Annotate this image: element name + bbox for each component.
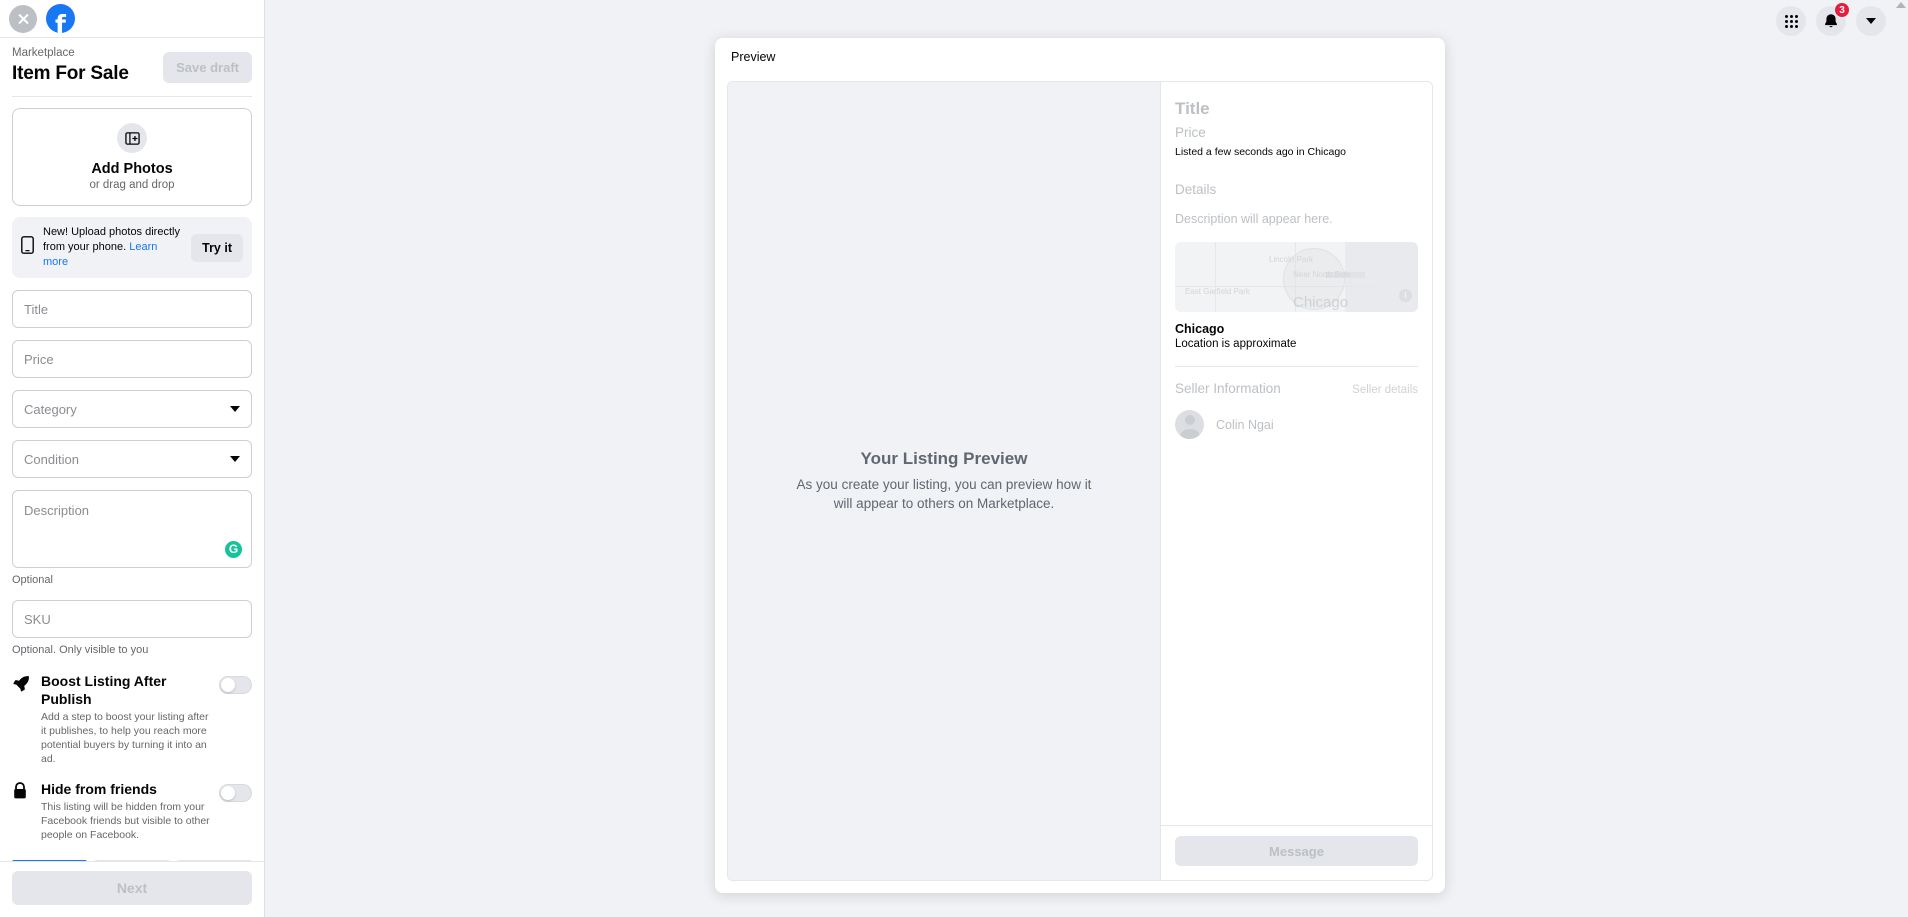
category-select-placeholder: Category: [24, 401, 77, 417]
boost-listing-title: Boost Listing After Publish: [41, 673, 167, 707]
map-label: Lincoln Park: [1269, 255, 1314, 264]
seller-details-link[interactable]: Seller details: [1352, 384, 1418, 396]
sku-input-placeholder: SKU: [24, 611, 51, 627]
banner-text: New! Upload photos directly from your ph…: [43, 225, 182, 270]
rocket-icon: [12, 672, 32, 698]
seller-information-header: Seller Information Seller details: [1175, 381, 1418, 396]
boost-listing-toggle[interactable]: [219, 676, 252, 694]
chevron-down-icon: [1866, 18, 1876, 24]
add-photo-icon: [117, 123, 147, 153]
phone-icon: [21, 236, 34, 259]
page-title: Item For Sale: [12, 63, 129, 84]
hide-from-friends-row: Hide from friends This listing will be h…: [12, 780, 252, 842]
facebook-logo-icon[interactable]: f: [46, 4, 75, 33]
preview-label: Preview: [731, 50, 776, 64]
seller-profile-row[interactable]: Colin Ngai: [1175, 410, 1418, 439]
grid-apps-icon[interactable]: [1776, 6, 1806, 36]
avatar: [1175, 410, 1204, 439]
facebook-logo-letter: f: [55, 10, 66, 33]
preview-description: Description will appear here.: [1175, 212, 1333, 226]
price-input-placeholder: Price: [24, 351, 54, 367]
save-draft-button[interactable]: Save draft: [163, 52, 252, 83]
preview-empty-title: Your Listing Preview: [860, 449, 1028, 468]
preview-body: Your Listing Preview As you create your …: [727, 81, 1433, 881]
map-label: Chicago: [1293, 294, 1349, 311]
title-input-placeholder: Title: [24, 301, 49, 317]
description-placeholder: Description: [24, 503, 90, 518]
category-select[interactable]: Category: [12, 390, 252, 428]
boost-listing-description: Add a step to boost your listing after i…: [41, 711, 209, 765]
price-input[interactable]: Price: [12, 340, 252, 378]
header-divider: [12, 96, 252, 97]
banner-text-main: New! Upload photos directly from your ph…: [43, 226, 180, 253]
hide-from-friends-toggle[interactable]: [219, 784, 252, 802]
hide-from-friends-text: Hide from friends This listing will be h…: [41, 780, 210, 842]
marketplace-kicker: Marketplace: [12, 47, 75, 59]
sidebar-footer: Next: [0, 861, 264, 917]
toggle-knob: [221, 678, 235, 692]
hide-from-friends-description: This listing will be hidden from your Fa…: [41, 801, 210, 841]
notification-badge: 3: [1834, 2, 1850, 18]
preview-footer: Message: [1161, 825, 1432, 880]
sidebar-header: Marketplace Item For Sale Save draft: [12, 38, 252, 96]
account-menu-button[interactable]: [1856, 6, 1886, 36]
title-input[interactable]: Title: [12, 290, 252, 328]
preview-listed-time: Listed a few seconds ago in Chicago: [1175, 146, 1347, 158]
seller-information-title: Seller Information: [1175, 381, 1281, 396]
toggle-knob: [221, 786, 235, 800]
try-it-button[interactable]: Try it: [191, 233, 243, 262]
condition-select[interactable]: Condition: [12, 440, 252, 478]
seller-divider: [1175, 366, 1418, 367]
upload-from-phone-banner: New! Upload photos directly from your ph…: [12, 217, 252, 278]
seller-name: Colin Ngai: [1216, 417, 1274, 432]
preview-price: Price: [1175, 125, 1206, 140]
preview-title: Title: [1175, 99, 1210, 118]
create-listing-sidebar: f Marketplace Item For Sale Save draft A…: [0, 0, 265, 917]
hide-from-friends-title: Hide from friends: [41, 781, 157, 797]
map-label: East Garfield Park: [1185, 287, 1250, 296]
location-map[interactable]: Lincoln Park Near North Side East Garfie…: [1175, 242, 1418, 312]
condition-select-placeholder: Condition: [24, 451, 79, 467]
sku-helper-text: Optional. Only visible to you: [12, 644, 149, 656]
close-icon[interactable]: [9, 4, 37, 33]
preview-empty-subtitle: As you create your listing, you can prev…: [796, 477, 1092, 511]
sidebar-scroll-area: Marketplace Item For Sale Save draft Add…: [0, 38, 264, 861]
boost-listing-row: Boost Listing After Publish Add a step t…: [12, 672, 252, 766]
preview-details-heading: Details: [1175, 182, 1217, 197]
grammarly-icon[interactable]: G: [225, 541, 242, 558]
map-label: Near North Side: [1293, 270, 1351, 279]
chevron-down-icon: [230, 406, 240, 412]
sku-input[interactable]: SKU: [12, 600, 252, 638]
add-photos-title: Add Photos: [91, 161, 173, 177]
boost-listing-text: Boost Listing After Publish Add a step t…: [41, 672, 210, 766]
preview-location-note: Location is approximate: [1175, 338, 1297, 350]
header-actions: 3: [1776, 2, 1886, 36]
preview-details-scroll: Title Price Listed a few seconds ago in …: [1161, 82, 1432, 825]
chevron-down-icon: [230, 456, 240, 462]
add-photos-subtitle: or drag and drop: [89, 179, 175, 191]
description-textarea[interactable]: Description G: [12, 490, 252, 568]
description-helper-text: Optional: [12, 574, 53, 586]
add-photos-dropzone[interactable]: Add Photos or drag and drop: [12, 108, 252, 206]
close-x-glyph: [17, 12, 30, 25]
sidebar-topbar: f: [0, 0, 264, 38]
info-icon[interactable]: i: [1399, 289, 1412, 302]
next-button[interactable]: Next: [12, 871, 252, 905]
preview-city: Chicago: [1175, 322, 1225, 336]
bell-icon[interactable]: 3: [1816, 2, 1850, 36]
sidebar-title-block: Marketplace Item For Sale: [12, 46, 129, 86]
scrollbar-up-arrow[interactable]: [1896, 2, 1906, 8]
listing-preview-details: Title Price Listed a few seconds ago in …: [1160, 82, 1432, 880]
preview-panel: Preview Your Listing Preview As you crea…: [715, 38, 1445, 893]
map-road: [1215, 242, 1216, 312]
listing-preview-empty-state: Your Listing Preview As you create your …: [728, 82, 1160, 880]
lock-icon: [12, 780, 32, 805]
message-button[interactable]: Message: [1175, 836, 1418, 866]
